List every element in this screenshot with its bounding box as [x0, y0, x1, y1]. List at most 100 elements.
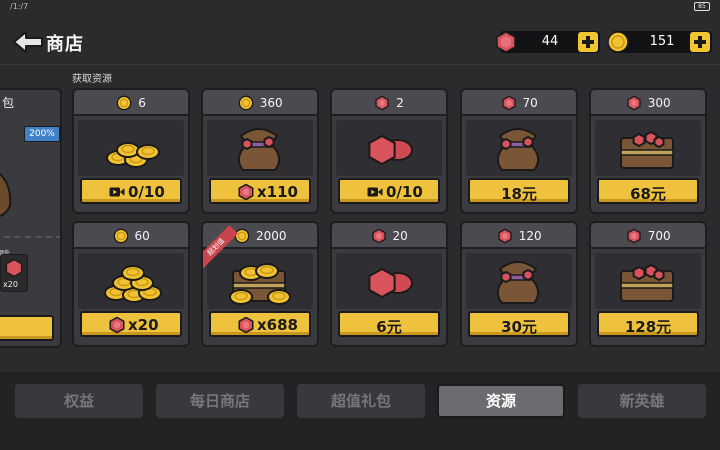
price-bar: 700: [591, 223, 705, 249]
sack-icon: [0, 173, 12, 217]
button-label: 0/10: [128, 183, 165, 201]
price-value: 700: [647, 229, 671, 243]
button-label: x110: [257, 183, 298, 201]
button-label: 30元: [501, 318, 537, 336]
coin-chest-image: [207, 253, 313, 309]
bonus-count: x20: [3, 280, 18, 289]
tab-value-packs[interactable]: 超值礼包: [297, 384, 425, 418]
coin-icon: [238, 95, 254, 111]
resource-card: 2000 超划值 x688: [201, 221, 319, 347]
gem-sack-image: [207, 120, 313, 176]
header-divider: [0, 64, 720, 65]
resource-card: 60 x20: [72, 221, 190, 347]
left-card-buy-button[interactable]: [0, 315, 54, 341]
price-value: 2000: [256, 229, 287, 243]
gem-icon: [626, 95, 642, 111]
gem-icon: [5, 258, 23, 278]
gem-small-image: [336, 253, 442, 309]
gem-icon: [501, 95, 517, 111]
price-value: 120: [518, 229, 542, 243]
button-label: 0/10: [386, 183, 423, 201]
coin-pile-large-image: [78, 253, 184, 309]
gem-icon: [626, 228, 642, 244]
coin-icon: [234, 228, 250, 244]
header: 商店 44 151: [0, 20, 720, 64]
status-bar: /1:/7 85: [0, 0, 720, 14]
back-arrow-icon: [13, 31, 43, 53]
coin-icon: [607, 31, 629, 53]
resource-card: 20 6元: [330, 221, 448, 347]
gem-sack-image: [466, 120, 572, 176]
button-label: x20: [128, 316, 159, 334]
price-bar: 20: [332, 223, 446, 249]
coin-icon: [116, 95, 132, 111]
bottom-nav: 权益 每日商店 超值礼包 资源 新英雄: [0, 372, 720, 450]
resource-card: 120 30元: [460, 221, 578, 347]
resource-card: 300 68元: [589, 88, 707, 214]
price-value: 20: [392, 229, 408, 243]
gem-count: 44: [541, 34, 559, 49]
coin-count: 151: [649, 34, 675, 49]
left-card-divider: [0, 236, 60, 238]
button-label: 18元: [501, 185, 537, 203]
price-value: 360: [259, 96, 283, 110]
resource-card: 6 0/10: [72, 88, 190, 214]
price-bar: 300: [591, 90, 705, 116]
price-bar: 6: [74, 90, 188, 116]
button-label: 6元: [376, 318, 402, 336]
tab-benefits[interactable]: 权益: [15, 384, 143, 418]
gem-sack-image: [466, 253, 572, 309]
buy-button[interactable]: 30元: [468, 311, 570, 337]
price-bar: 60: [74, 223, 188, 249]
gem-icon: [496, 31, 516, 53]
price-value: 60: [134, 229, 150, 243]
resource-card: 360 x110: [201, 88, 319, 214]
resource-card: 70 18元: [460, 88, 578, 214]
buy-button[interactable]: x688: [209, 311, 311, 337]
add-coins-button[interactable]: [690, 32, 710, 52]
back-button[interactable]: [12, 30, 44, 54]
resource-card: 700 128元: [589, 221, 707, 347]
add-gems-button[interactable]: [578, 32, 598, 52]
bonus-badge: 200%: [24, 126, 60, 142]
watch-ad-button[interactable]: 0/10: [338, 178, 440, 204]
price-value: 300: [647, 96, 671, 110]
buy-button[interactable]: x110: [209, 178, 311, 204]
button-label: x688: [257, 316, 298, 334]
buy-button[interactable]: 128元: [597, 311, 699, 337]
buy-button[interactable]: 68元: [597, 178, 699, 204]
left-offer-card: 包 200% 额外 x20: [0, 88, 62, 348]
tab-resources[interactable]: 资源: [437, 384, 565, 418]
status-time: /1:/7: [10, 2, 29, 11]
buy-button[interactable]: 18元: [468, 178, 570, 204]
tab-new-heroes[interactable]: 新英雄: [578, 384, 706, 418]
price-bar: 120: [462, 223, 576, 249]
coin-icon: [113, 228, 129, 244]
price-bar: 70: [462, 90, 576, 116]
section-title: 获取资源: [72, 74, 112, 85]
buy-button[interactable]: 6元: [338, 311, 440, 337]
buy-button[interactable]: x20: [80, 311, 182, 337]
page-title: 商店: [46, 34, 84, 55]
coin-counter: 151: [607, 31, 712, 53]
battery-icon: 85: [694, 2, 710, 11]
gem-chest-image: [595, 253, 701, 309]
price-bar: 2: [332, 90, 446, 116]
gem-chest-image: [595, 120, 701, 176]
price-value: 6: [138, 96, 146, 110]
left-card-label: 包: [2, 96, 15, 110]
gem-small-image: [336, 120, 442, 176]
gem-icon: [371, 228, 387, 244]
button-label: 128元: [624, 318, 672, 336]
price-value: 2: [396, 96, 404, 110]
coin-pile-image: [78, 120, 184, 176]
gem-icon: [497, 228, 513, 244]
watch-ad-button[interactable]: 0/10: [80, 178, 182, 204]
price-value: 70: [522, 96, 538, 110]
button-label: 68元: [630, 185, 666, 203]
gem-counter: 44: [496, 31, 600, 53]
tab-daily-shop[interactable]: 每日商店: [156, 384, 284, 418]
resource-card: 2 0/10: [330, 88, 448, 214]
gem-icon: [374, 95, 390, 111]
price-bar: 360: [203, 90, 317, 116]
